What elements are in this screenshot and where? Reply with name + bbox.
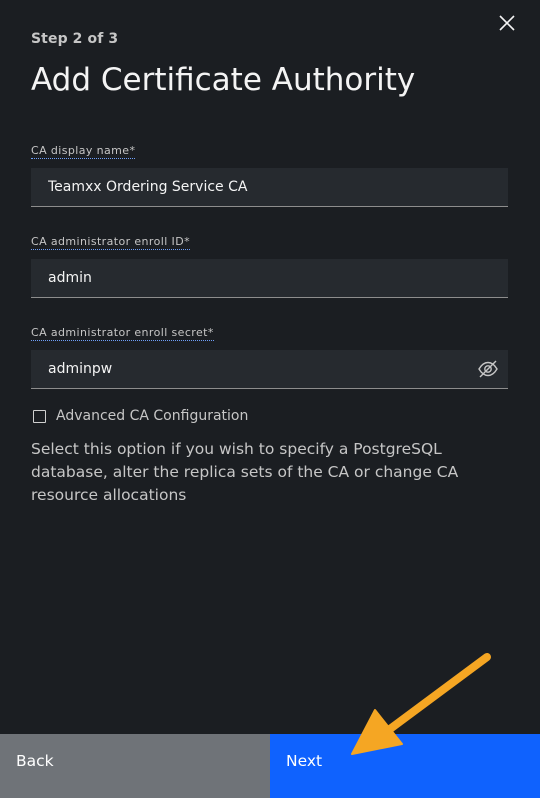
display-name-input[interactable] (31, 168, 508, 206)
close-button[interactable] (492, 8, 522, 38)
enroll-id-input[interactable] (31, 259, 508, 297)
add-ca-panel: Step 2 of 3 Add Certificate Authority CA… (0, 0, 540, 798)
footer-actions: Back Next (0, 734, 540, 798)
advanced-config-checkbox-row[interactable]: Advanced CA Configuration (33, 408, 248, 424)
close-icon (499, 15, 515, 31)
enroll-secret-label: CA administrator enroll secret* (31, 326, 214, 341)
next-button[interactable]: Next (270, 734, 540, 798)
display-name-field-wrapper (31, 168, 508, 207)
page-title: Add Certificate Authority (31, 62, 416, 98)
enroll-id-label: CA administrator enroll ID* (31, 235, 190, 250)
enroll-id-field-wrapper (31, 259, 508, 298)
advanced-config-checkbox[interactable] (33, 409, 46, 423)
enroll-secret-field-wrapper (31, 350, 508, 389)
toggle-password-visibility-button[interactable] (468, 350, 508, 388)
back-button[interactable]: Back (0, 734, 270, 798)
advanced-config-helper-text: Select this option if you wish to specif… (31, 440, 459, 504)
advanced-config-label: Advanced CA Configuration (56, 408, 249, 424)
annotation-arrow-icon (351, 653, 491, 755)
eye-off-icon (478, 360, 498, 378)
display-name-label: CA display name* (31, 144, 136, 159)
enroll-secret-input[interactable] (31, 350, 468, 388)
step-indicator: Step 2 of 3 (31, 31, 119, 47)
